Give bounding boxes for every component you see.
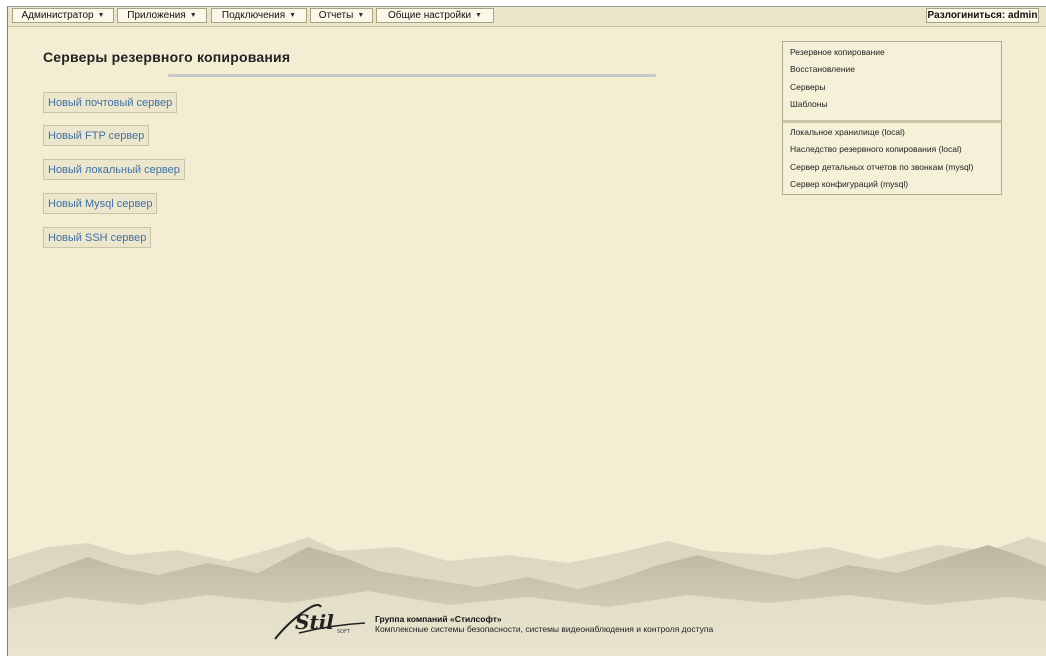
top-menu-bar: Администратор ▼ Приложения ▼ Подключения… — [8, 7, 1046, 27]
caret-down-icon: ▼ — [475, 12, 482, 19]
new-local-server-button[interactable]: Новый локальный сервер — [43, 159, 185, 180]
logout-button[interactable]: Разлогиниться: admin — [926, 8, 1039, 23]
title-divider — [168, 74, 656, 77]
side-server-item[interactable]: Наследство резервного копирования (local… — [790, 144, 962, 154]
menu-reports-label: Отчеты — [318, 10, 354, 21]
menu-admin[interactable]: Администратор ▼ — [12, 8, 114, 23]
menu-connections[interactable]: Подключения ▼ — [211, 8, 307, 23]
caret-down-icon: ▼ — [289, 12, 297, 19]
new-ssh-server-button[interactable]: Новый SSH сервер — [43, 227, 152, 248]
new-mysql-server-button[interactable]: Новый Mysql сервер — [43, 193, 158, 214]
side-server-item[interactable]: Сервер конфигураций (mysql) — [790, 179, 908, 189]
new-ftp-server-button[interactable]: Новый FTP сервер — [43, 125, 150, 146]
footer-mountains-illustration — [8, 537, 1046, 656]
menu-apps[interactable]: Приложения ▼ — [117, 8, 207, 23]
caret-down-icon: ▼ — [357, 12, 365, 19]
footer-company-name: Группа компаний «Стилсофт» — [375, 614, 502, 624]
stilsoft-logo: Stil SOFT — [274, 604, 366, 640]
side-nav-restore[interactable]: Восстановление — [790, 64, 855, 74]
menu-connections-label: Подключения — [221, 10, 286, 21]
side-menu-panel: Резервное копирование Восстановление Сер… — [782, 41, 1002, 195]
caret-down-icon: ▼ — [189, 12, 197, 19]
side-nav-backup[interactable]: Резервное копирование — [790, 47, 885, 57]
page-title: Серверы резервного копирования — [43, 49, 291, 65]
logo-subtext: SOFT — [337, 629, 351, 635]
logo-text: Stil — [295, 610, 334, 634]
menu-apps-label: Приложения — [127, 10, 186, 21]
side-menu-divider — [783, 120, 1001, 123]
footer-description: Комплексные системы безопасности, систем… — [375, 624, 714, 634]
menu-settings-label: Общие настройки — [388, 10, 472, 21]
side-nav-templates[interactable]: Шаблоны — [790, 99, 828, 109]
side-nav-servers[interactable]: Серверы — [790, 82, 826, 92]
menu-settings[interactable]: Общие настройки ▼ — [376, 8, 494, 23]
caret-down-icon: ▼ — [97, 12, 105, 19]
side-server-item[interactable]: Локальное хранилище (local) — [790, 127, 905, 137]
logout-label: Разлогиниться: admin — [927, 10, 1038, 21]
new-mail-server-button[interactable]: Новый почтовый сервер — [43, 92, 178, 113]
menu-reports[interactable]: Отчеты ▼ — [310, 8, 373, 23]
menu-admin-label: Администратор — [21, 10, 94, 21]
side-server-item[interactable]: Сервер детальных отчетов по звонкам (mys… — [790, 162, 973, 172]
app-frame: Администратор ▼ Приложения ▼ Подключения… — [7, 6, 1046, 656]
